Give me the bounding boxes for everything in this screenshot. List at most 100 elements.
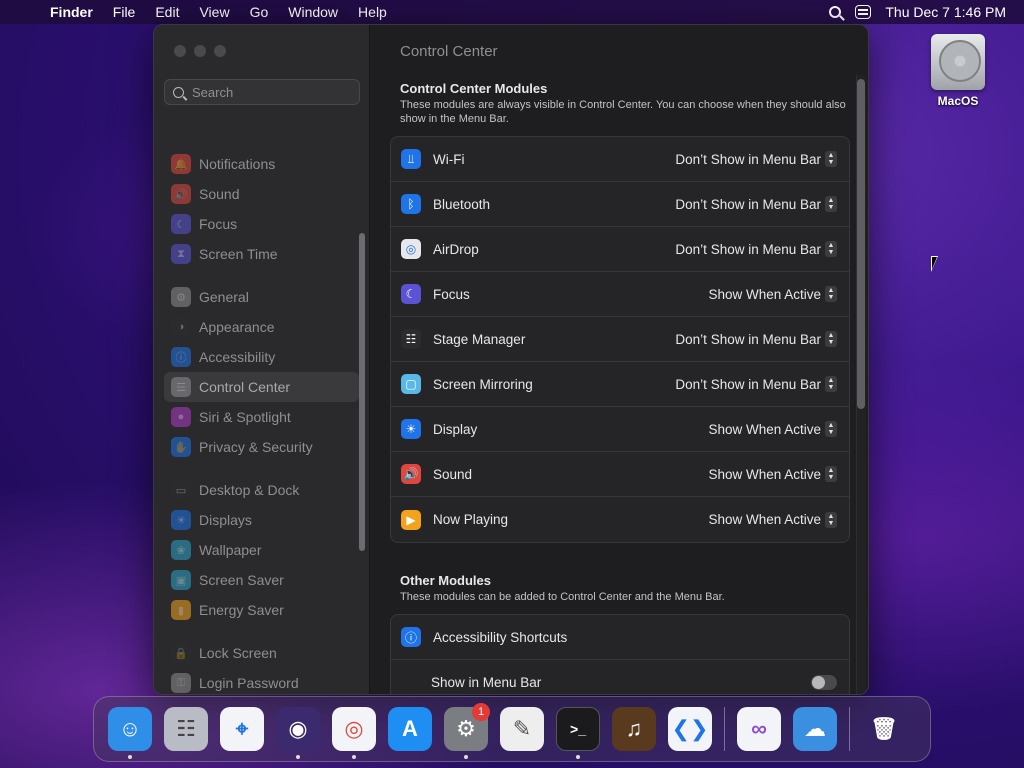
menu-edit[interactable]: Edit bbox=[145, 4, 189, 20]
dock-item-finder[interactable]: ☺ bbox=[102, 701, 158, 759]
chevron-up-down-icon[interactable]: ▲ ▼ bbox=[825, 466, 837, 482]
show-in-menu-bar-toggle[interactable] bbox=[811, 675, 837, 690]
module-row-display: ☀ Display Show When Active ▲ ▼ bbox=[391, 407, 849, 452]
sidebar-item-login-password[interactable]: ⚿ Login Password bbox=[164, 668, 359, 694]
chevron-up-down-icon[interactable]: ▲ ▼ bbox=[825, 151, 837, 167]
dock-item-launchpad[interactable]: ☷ bbox=[158, 701, 214, 757]
search-icon bbox=[173, 86, 184, 98]
module-name: Bluetooth bbox=[433, 196, 491, 212]
search-input[interactable]: Search bbox=[164, 79, 360, 105]
terminal-icon[interactable]: >_ bbox=[556, 707, 600, 751]
dock-item-weather[interactable]: ☁ bbox=[787, 701, 843, 757]
menu-file[interactable]: File bbox=[103, 4, 146, 20]
sidebar-item-privacy-security[interactable]: ✋ Privacy & Security bbox=[164, 432, 359, 462]
module-visibility-popup[interactable]: Don’t Show in Menu Bar ▲ ▼ bbox=[675, 331, 837, 347]
dock-item-vs-code[interactable]: ❮❯ bbox=[662, 701, 718, 757]
zoom-window-button[interactable] bbox=[214, 45, 226, 57]
menu-go[interactable]: Go bbox=[240, 4, 279, 20]
app-store-icon[interactable]: A bbox=[388, 707, 432, 751]
sidebar-scrollbar[interactable] bbox=[359, 233, 365, 551]
module-visibility-popup[interactable]: Show When Active ▲ ▼ bbox=[708, 286, 837, 302]
control-center-icon[interactable] bbox=[855, 5, 872, 19]
sidebar-item-screen-time[interactable]: ⧗ Screen Time bbox=[164, 239, 359, 269]
module-name: Focus bbox=[433, 286, 470, 302]
sidebar-item-displays[interactable]: ☀ Displays bbox=[164, 505, 359, 535]
menu-bar-clock[interactable]: Thu Dec 7 1:46 PM bbox=[885, 4, 1006, 20]
finder-icon[interactable]: ☺ bbox=[108, 707, 152, 751]
module-row-bluetooth: ᛒ Bluetooth Don’t Show in Menu Bar ▲ ▼ bbox=[391, 182, 849, 227]
dock-item-safari[interactable]: ⌖ bbox=[214, 701, 270, 757]
module-visibility-popup[interactable]: Don’t Show in Menu Bar ▲ ▼ bbox=[675, 151, 837, 167]
dock-item-trash[interactable]: 🗑 bbox=[856, 701, 912, 757]
weather-icon[interactable]: ☁ bbox=[793, 707, 837, 751]
module-visibility-popup[interactable]: Show When Active ▲ ▼ bbox=[708, 421, 837, 437]
screensaver-icon: ▣ bbox=[171, 570, 191, 590]
launchpad-icon[interactable]: ☷ bbox=[164, 707, 208, 751]
sidebar-item-sound[interactable]: 🔊 Sound bbox=[164, 179, 359, 209]
sidebar-item-control-center[interactable]: ☰ Control Center bbox=[164, 372, 359, 402]
module-visibility-popup[interactable]: Don’t Show in Menu Bar ▲ ▼ bbox=[675, 376, 837, 392]
desktop-drive[interactable]: MacOS bbox=[926, 34, 990, 108]
dock-item-terminal[interactable]: >_ bbox=[550, 701, 606, 759]
visual-studio-icon[interactable]: ∞ bbox=[737, 707, 781, 751]
sidebar-item-label: Siri & Spotlight bbox=[199, 409, 291, 425]
close-window-button[interactable] bbox=[174, 45, 186, 57]
menu-window[interactable]: Window bbox=[278, 4, 348, 20]
sidebar-item-notifications[interactable]: 🔔 Notifications bbox=[164, 149, 359, 179]
show-in-menu-bar-row: Show in Menu Bar bbox=[391, 660, 849, 694]
chevron-up-down-icon[interactable]: ▲ ▼ bbox=[825, 196, 837, 212]
module-row-now-playing: ▶ Now Playing Show When Active ▲ ▼ bbox=[391, 497, 849, 542]
spotlight-search-icon[interactable] bbox=[829, 6, 842, 18]
main-scrollbar[interactable] bbox=[857, 79, 865, 409]
dock-item-firefox[interactable]: ◉ bbox=[270, 701, 326, 759]
module-visibility-popup[interactable]: Don’t Show in Menu Bar ▲ ▼ bbox=[675, 241, 837, 257]
dock-item-system-settings[interactable]: ⚙ 1 bbox=[438, 701, 494, 759]
sidebar-item-focus[interactable]: ☾ Focus bbox=[164, 209, 359, 239]
chevron-up-down-icon[interactable]: ▲ ▼ bbox=[825, 286, 837, 302]
menu-app-name[interactable]: Finder bbox=[40, 4, 103, 20]
sidebar-item-label: Lock Screen bbox=[199, 645, 277, 661]
module-visibility-popup[interactable]: Show When Active ▲ ▼ bbox=[708, 511, 837, 528]
key-icon: ⚿ bbox=[171, 673, 191, 693]
trash-icon[interactable]: 🗑 bbox=[862, 707, 906, 751]
chevron-up-down-icon[interactable]: ▲ ▼ bbox=[825, 241, 837, 257]
firefox-icon[interactable]: ◉ bbox=[276, 707, 320, 751]
safari-icon[interactable]: ⌖ bbox=[220, 707, 264, 751]
dock-item-textedit[interactable]: ✎ bbox=[494, 701, 550, 757]
chevron-up-down-icon[interactable]: ▲ ▼ bbox=[825, 331, 837, 347]
sidebar-item-accessibility[interactable]: ⓘ Accessibility bbox=[164, 342, 359, 372]
sidebar-item-appearance[interactable]: ◑ Appearance bbox=[164, 312, 359, 342]
module-visibility-popup[interactable]: Don’t Show in Menu Bar ▲ ▼ bbox=[675, 196, 837, 212]
sidebar-item-label: Energy Saver bbox=[199, 602, 284, 618]
hard-drive-icon[interactable] bbox=[931, 34, 985, 90]
chrome-icon[interactable]: ◎ bbox=[332, 707, 376, 751]
module-row-stage-manager: ☷ Stage Manager Don’t Show in Menu Bar ▲ ▼ bbox=[391, 317, 849, 362]
screen-mirroring-icon: ▢ bbox=[401, 374, 421, 394]
sidebar-item-lock-screen[interactable]: 🔒 Lock Screen bbox=[164, 638, 359, 668]
dock-item-chrome[interactable]: ◎ bbox=[326, 701, 382, 759]
sidebar-item-label: Screen Saver bbox=[199, 572, 284, 588]
sidebar-item-general[interactable]: ⚙ General bbox=[164, 282, 359, 312]
menu-bar: Finder File Edit View Go Window Help Thu… bbox=[0, 0, 1024, 24]
menu-view[interactable]: View bbox=[189, 4, 239, 20]
dock-item-garageband[interactable]: ♫ bbox=[606, 701, 662, 757]
module-visibility-popup[interactable]: Show When Active ▲ ▼ bbox=[708, 466, 837, 482]
sun-icon: ☀ bbox=[171, 510, 191, 530]
vscode-icon[interactable]: ❮❯ bbox=[668, 707, 712, 751]
chevron-up-down-icon[interactable]: ▲ ▼ bbox=[825, 511, 837, 528]
sidebar-item-energy-saver[interactable]: ▮ Energy Saver bbox=[164, 595, 359, 625]
dock-item-app-store[interactable]: A bbox=[382, 701, 438, 757]
sidebar-item-wallpaper[interactable]: ❀ Wallpaper bbox=[164, 535, 359, 565]
chevron-up-down-icon[interactable]: ▲ ▼ bbox=[825, 376, 837, 392]
menu-help[interactable]: Help bbox=[348, 4, 397, 20]
dock-item-visual-studio[interactable]: ∞ bbox=[731, 701, 787, 757]
sidebar-item-desktop-dock[interactable]: ▭ Desktop & Dock bbox=[164, 475, 359, 505]
sidebar-group: ⚙ General ◑ Appearance ⓘ Accessibility ☰ Contro… bbox=[154, 282, 369, 462]
sidebar-item-label: Accessibility bbox=[199, 349, 276, 365]
chevron-up-down-icon[interactable]: ▲ ▼ bbox=[825, 421, 837, 437]
textedit-icon[interactable]: ✎ bbox=[500, 707, 544, 751]
garageband-icon[interactable]: ♫ bbox=[612, 707, 656, 751]
sidebar-item-siri-spotlight[interactable]: ● Siri & Spotlight bbox=[164, 402, 359, 432]
minimize-window-button[interactable] bbox=[194, 45, 206, 57]
sidebar-item-screen-saver[interactable]: ▣ Screen Saver bbox=[164, 565, 359, 595]
